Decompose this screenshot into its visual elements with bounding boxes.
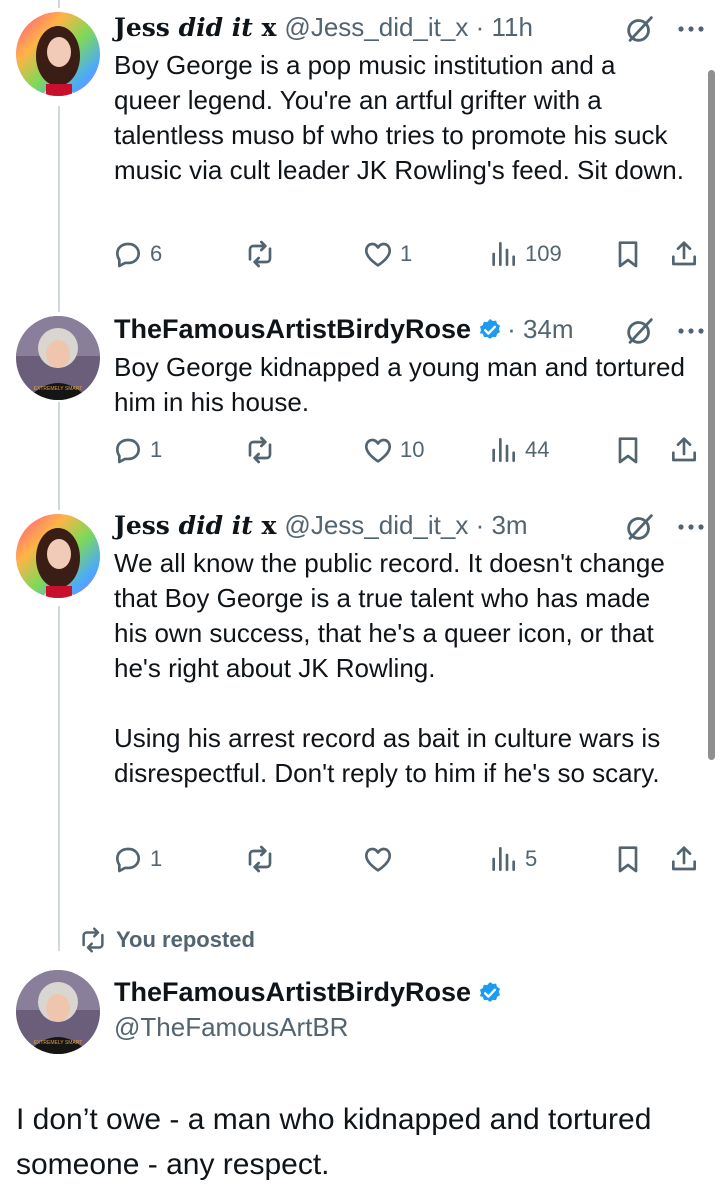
- reply-icon: [112, 843, 144, 875]
- grok-icon[interactable]: [623, 510, 657, 544]
- views-button[interactable]: 44: [487, 434, 549, 466]
- avatar[interactable]: [16, 970, 100, 1054]
- display-name[interactable]: TheFamousArtistBirdyRose: [114, 314, 471, 345]
- repost-icon: [244, 434, 276, 466]
- bookmark-button[interactable]: [612, 238, 650, 270]
- action-bar: 6 1 109: [112, 238, 702, 278]
- bookmark-icon: [612, 843, 644, 875]
- like-icon: [362, 843, 394, 875]
- display-name[interactable]: Jess did it x: [114, 13, 276, 42]
- bookmark-icon: [612, 434, 644, 466]
- views-icon: [487, 238, 519, 270]
- grok-icon[interactable]: [623, 12, 657, 46]
- repost-button[interactable]: [244, 434, 282, 466]
- reply-button[interactable]: 1: [112, 434, 162, 466]
- more-icon[interactable]: [676, 24, 706, 34]
- grok-icon[interactable]: [623, 314, 657, 348]
- views-button[interactable]: 5: [487, 843, 537, 875]
- share-icon: [668, 238, 700, 270]
- repost-notice[interactable]: You reposted: [78, 925, 255, 955]
- like-count: 1: [400, 241, 413, 266]
- display-name[interactable]: TheFamousArtistBirdyRose: [114, 977, 471, 1008]
- like-icon: [362, 434, 394, 466]
- reply-button[interactable]: 6: [112, 238, 162, 270]
- share-button[interactable]: [668, 238, 706, 270]
- repost-button[interactable]: [244, 238, 282, 270]
- reply-count: 1: [150, 846, 163, 871]
- tweet-text: We all know the public record. It doesn'…: [114, 548, 665, 788]
- handle-time[interactable]: · 34m: [507, 314, 573, 345]
- bookmark-button[interactable]: [612, 434, 650, 466]
- like-icon: [362, 238, 394, 270]
- reply-icon: [112, 434, 144, 466]
- avatar[interactable]: [16, 514, 100, 598]
- more-icon[interactable]: [676, 326, 706, 336]
- reply-count: 1: [150, 437, 163, 462]
- share-button[interactable]: [668, 434, 706, 466]
- handle-time[interactable]: @Jess_did_it_x · 3m: [284, 510, 527, 541]
- handle[interactable]: @TheFamousArtBR: [114, 1012, 348, 1043]
- views-button[interactable]: 109: [487, 238, 562, 270]
- reply-count: 6: [150, 241, 163, 266]
- avatar[interactable]: [16, 12, 100, 96]
- more-icon[interactable]: [676, 522, 706, 532]
- bookmark-button[interactable]: [612, 843, 650, 875]
- share-button[interactable]: [668, 843, 706, 875]
- repost-icon: [244, 843, 276, 875]
- reply-button[interactable]: 1: [112, 843, 162, 875]
- verified-icon: [477, 317, 503, 343]
- display-name[interactable]: Jess did it x: [114, 511, 276, 540]
- views-count: 44: [525, 437, 550, 462]
- handle-time[interactable]: @Jess_did_it_x · 11h: [284, 12, 533, 43]
- repost-notice-label: You reposted: [116, 927, 255, 952]
- action-bar: 1 10 44: [112, 434, 702, 474]
- like-count: 10: [400, 437, 425, 462]
- share-icon: [668, 434, 700, 466]
- thread-line: [58, 0, 60, 8]
- repost-button[interactable]: [244, 843, 282, 875]
- action-bar: 1 5: [112, 843, 702, 883]
- verified-icon: [477, 980, 503, 1006]
- views-count: 109: [525, 241, 562, 266]
- reply-icon: [112, 238, 144, 270]
- like-button[interactable]: 10: [362, 434, 424, 466]
- repost-icon: [244, 238, 276, 270]
- bookmark-icon: [612, 238, 644, 270]
- avatar[interactable]: [16, 316, 100, 400]
- views-icon: [487, 434, 519, 466]
- thread-line: [58, 402, 60, 510]
- thread-line: [58, 106, 60, 312]
- thread-line: [58, 606, 60, 951]
- views-count: 5: [525, 846, 538, 871]
- views-icon: [487, 843, 519, 875]
- like-button[interactable]: 1: [362, 238, 412, 270]
- tweet-text: I don’t owe - a man who kidnapped and to…: [16, 1103, 652, 1181]
- scrollbar[interactable]: [708, 70, 715, 760]
- share-icon: [668, 843, 700, 875]
- repost-icon: [78, 925, 108, 955]
- tweet-text: Boy George is a pop music institution an…: [114, 50, 684, 185]
- tweet-text: Boy George kidnapped a young man and tor…: [114, 352, 693, 417]
- like-button[interactable]: [362, 843, 400, 875]
